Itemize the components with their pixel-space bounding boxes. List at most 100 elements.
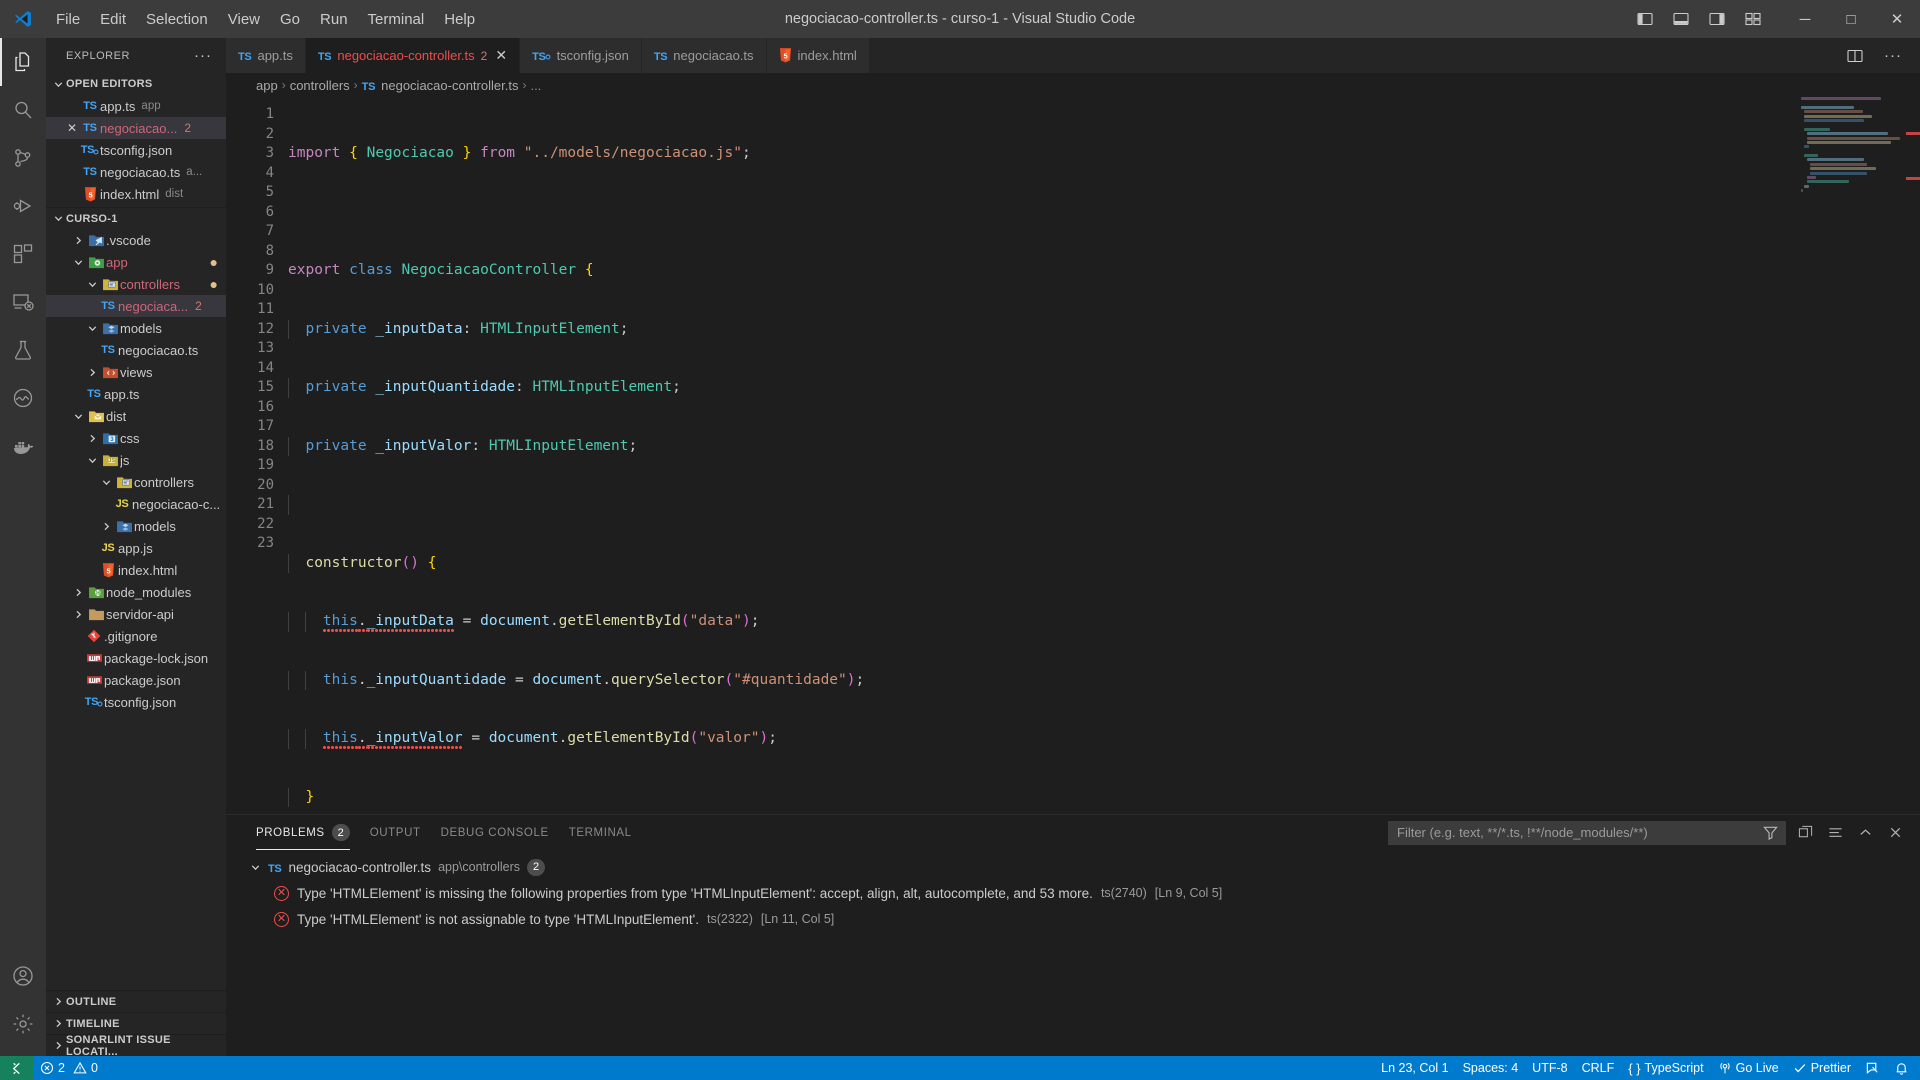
menu-terminal[interactable]: Terminal — [358, 7, 435, 32]
close-button[interactable]: ✕ — [1874, 0, 1920, 38]
manage-settings-gear-icon[interactable] — [0, 1000, 46, 1048]
activity-sonarlint-icon[interactable] — [0, 374, 46, 422]
section-workspace[interactable]: CURSO-1 — [46, 207, 226, 229]
chevron-down-icon[interactable] — [70, 257, 86, 268]
chevron-right-icon[interactable] — [70, 587, 86, 598]
collapse-all-icon[interactable] — [1794, 822, 1816, 844]
open-editor-item[interactable]: TS tsconfig.json — [46, 139, 226, 161]
editor-more-actions-icon[interactable]: ··· — [1876, 41, 1910, 71]
chevron-down-icon[interactable] — [84, 323, 100, 334]
menu-run[interactable]: Run — [310, 7, 358, 32]
tree-item-vscode[interactable]: .vscode — [46, 229, 226, 251]
tree-item-negociacao-ts[interactable]: TS negociacao.ts — [46, 339, 226, 361]
tree-item-app-js[interactable]: JS app.js — [46, 537, 226, 559]
close-panel-icon[interactable] — [1884, 822, 1906, 844]
status-go-live[interactable]: Go Live — [1711, 1056, 1786, 1080]
status-feedback[interactable] — [1858, 1056, 1887, 1080]
menu-view[interactable]: View — [218, 7, 270, 32]
code-content[interactable]: import { Negociacao } from "../models/ne… — [288, 97, 1920, 814]
breadcrumb-symbol[interactable]: ... — [530, 78, 541, 93]
tab-negociacao-ts[interactable]: TS negociacao.ts — [641, 38, 767, 73]
tab-negociacao-controller-ts[interactable]: TS negociacao-controller.ts 2 ✕ — [305, 38, 521, 73]
open-editor-item[interactable]: TS app.ts app — [46, 95, 226, 117]
status-encoding[interactable]: UTF-8 — [1525, 1056, 1574, 1080]
panel-tab-terminal[interactable]: TERMINAL — [559, 815, 642, 850]
chevron-up-icon[interactable] — [1854, 822, 1876, 844]
panel-tab-problems[interactable]: PROBLEMS 2 — [246, 815, 360, 850]
tab-app-ts[interactable]: TS app.ts — [226, 38, 306, 73]
activity-search-icon[interactable] — [0, 86, 46, 134]
code-editor[interactable]: 1 2 3 4 5 6 7 8 9 10 11 12 13 14 15 16 17 18 19 20 21 22 23 im… — [226, 97, 1920, 814]
activity-source-control-icon[interactable] — [0, 134, 46, 182]
editor-tabs[interactable]: TS app.ts TS negociacao-controller.ts 2 … — [226, 38, 870, 73]
problem-row[interactable]: ✕ Type 'HTMLElement' is not assignable t… — [226, 906, 1920, 932]
filter-icon[interactable] — [1759, 822, 1781, 844]
problems-filter-input[interactable] — [1397, 825, 1759, 840]
tree-item-negociacao-controller[interactable]: TS negociaca... 2 — [46, 295, 226, 317]
section-sonarlint-issue-locations[interactable]: SONARLINT ISSUE LOCATI... — [46, 1034, 226, 1058]
tree-item-node-modules[interactable]: JS node_modules — [46, 581, 226, 603]
accounts-icon[interactable] — [0, 952, 46, 1000]
activity-run-debug-icon[interactable] — [0, 182, 46, 230]
toggle-panel-icon[interactable] — [1664, 4, 1698, 34]
editor-scrollbar[interactable] — [1906, 97, 1920, 814]
tab-index-html[interactable]: 5 index.html — [766, 38, 870, 73]
open-editor-item-active[interactable]: ✕ TS negociacao... 2 — [46, 117, 226, 139]
tree-item-app[interactable]: app ● — [46, 251, 226, 273]
view-as-list-icon[interactable] — [1824, 822, 1846, 844]
toggle-primary-sidebar-icon[interactable] — [1628, 4, 1662, 34]
tree-item-package-json[interactable]: package.json — [46, 669, 226, 691]
menu-help[interactable]: Help — [434, 7, 485, 32]
problems-list[interactable]: TS negociacao-controller.ts app\controll… — [226, 850, 1920, 1056]
section-open-editors[interactable]: OPEN EDITORS — [46, 73, 226, 95]
activity-docker-icon[interactable] — [0, 422, 46, 470]
open-editor-item[interactable]: 5 index.html dist — [46, 183, 226, 205]
chevron-right-icon[interactable] — [84, 367, 100, 378]
tree-item-app-ts[interactable]: TS app.ts — [46, 383, 226, 405]
panel-tab-debug-console[interactable]: DEBUG CONSOLE — [431, 815, 559, 850]
menu-file[interactable]: File — [46, 7, 90, 32]
tree-item-negociacao-controller-js[interactable]: JS negociacao-c... — [46, 493, 226, 515]
breadcrumb-file[interactable]: negociacao-controller.ts — [381, 78, 518, 93]
customize-layout-icon[interactable] — [1736, 4, 1770, 34]
tree-item-servidor-api[interactable]: servidor-api — [46, 603, 226, 625]
breadcrumb-app[interactable]: app — [256, 78, 278, 93]
activity-explorer-icon[interactable] — [0, 38, 46, 86]
problem-row[interactable]: ✕ Type 'HTMLElement' is missing the foll… — [226, 880, 1920, 906]
layout-controls[interactable] — [1628, 4, 1782, 34]
split-editor-right-icon[interactable] — [1838, 41, 1872, 71]
status-eol[interactable]: CRLF — [1575, 1056, 1622, 1080]
chevron-down-icon[interactable] — [98, 477, 114, 488]
problems-filter-box[interactable] — [1388, 820, 1786, 845]
menu-edit[interactable]: Edit — [90, 7, 136, 32]
tree-item-package-lock-json[interactable]: package-lock.json — [46, 647, 226, 669]
menu-bar[interactable]: File Edit Selection View Go Run Terminal… — [46, 7, 485, 32]
status-language-mode[interactable]: { } TypeScript — [1621, 1056, 1710, 1080]
tree-item-views[interactable]: views — [46, 361, 226, 383]
open-editor-item[interactable]: TS negociacao.ts a... — [46, 161, 226, 183]
status-notifications[interactable] — [1887, 1056, 1916, 1080]
remote-indicator[interactable] — [0, 1056, 33, 1080]
close-icon[interactable]: ✕ — [64, 121, 80, 135]
tree-item-index-html[interactable]: 5 index.html — [46, 559, 226, 581]
tree-item-dist[interactable]: dist — [46, 405, 226, 427]
chevron-right-icon[interactable] — [98, 521, 114, 532]
tree-item-css[interactable]: 3 css — [46, 427, 226, 449]
tree-item-tsconfig-json[interactable]: TS tsconfig.json — [46, 691, 226, 713]
activity-testing-icon[interactable] — [0, 326, 46, 374]
activity-extensions-icon[interactable] — [0, 230, 46, 278]
tree-item-js[interactable]: JS js — [46, 449, 226, 471]
chevron-right-icon[interactable] — [70, 235, 86, 246]
breadcrumb-controllers[interactable]: controllers — [290, 78, 350, 93]
breadcrumb[interactable]: app › controllers › TS negociacao-contro… — [226, 73, 1920, 97]
chevron-down-icon[interactable] — [84, 279, 100, 290]
tree-item-gitignore[interactable]: .gitignore — [46, 625, 226, 647]
maximize-button[interactable]: □ — [1828, 0, 1874, 38]
chevron-right-icon[interactable] — [70, 609, 86, 620]
status-indentation[interactable]: Spaces: 4 — [1456, 1056, 1526, 1080]
chevron-down-icon[interactable] — [84, 455, 100, 466]
problems-file-group[interactable]: TS negociacao-controller.ts app\controll… — [226, 854, 1920, 880]
section-timeline[interactable]: TIMELINE — [46, 1012, 226, 1034]
tree-item-controllers[interactable]: controllers ● — [46, 273, 226, 295]
status-cursor-position[interactable]: Ln 23, Col 1 — [1374, 1056, 1455, 1080]
